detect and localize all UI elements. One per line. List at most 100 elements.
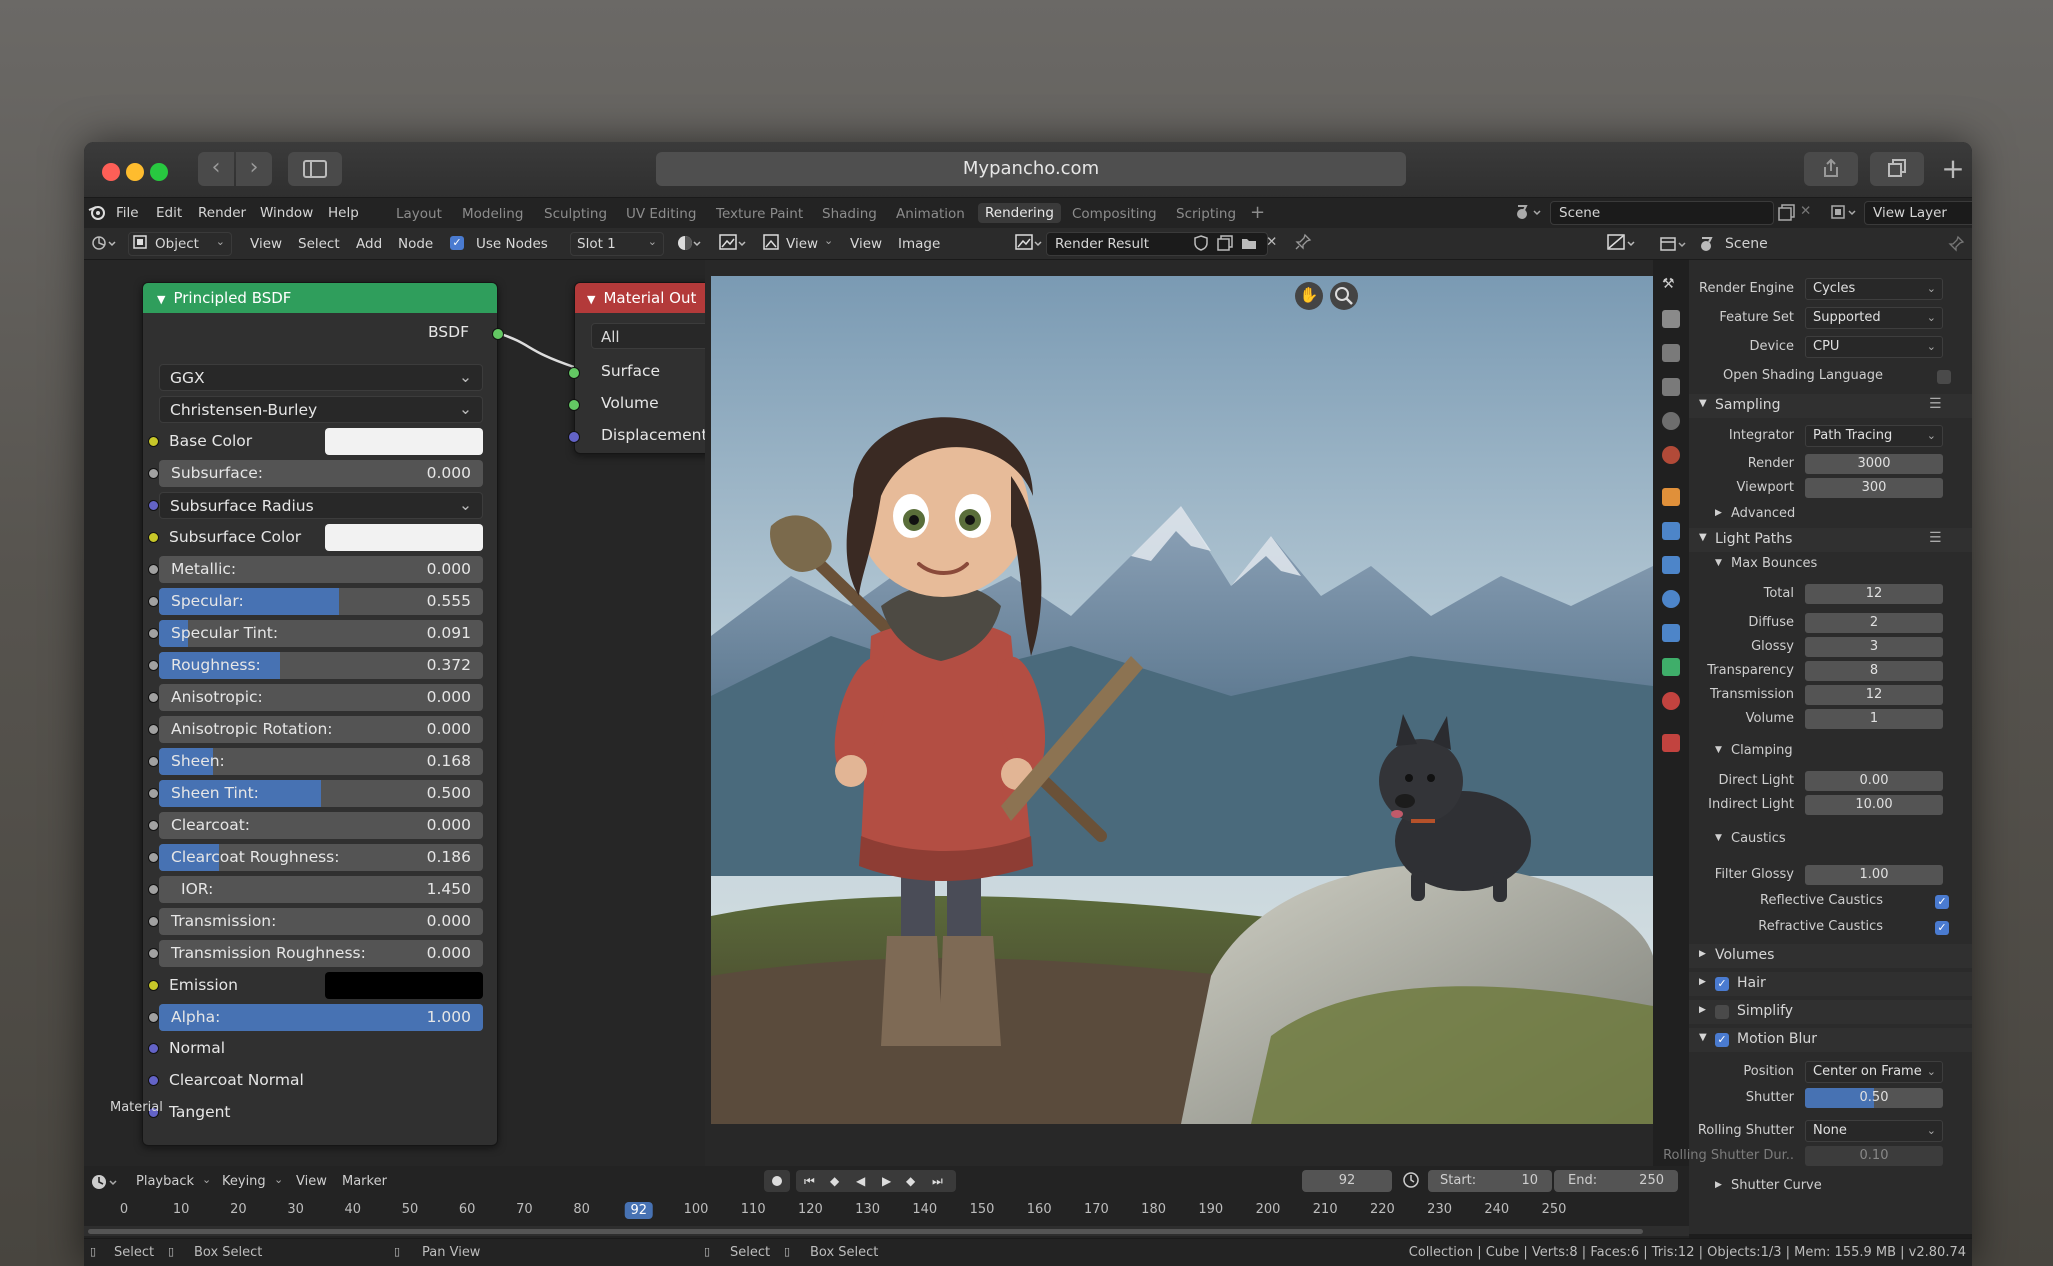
sheen-tint-socket[interactable]	[148, 788, 159, 799]
render-samples-field[interactable]: 3000	[1805, 454, 1943, 474]
playhead-frame-indicator[interactable]: 92	[624, 1202, 654, 1219]
preview-range-clock-icon[interactable]	[1402, 1171, 1420, 1193]
anisotropic-field[interactable]: Anisotropic: 0.000	[159, 684, 483, 711]
roughness-socket[interactable]	[148, 660, 159, 671]
menu-image-view[interactable]: View	[850, 236, 882, 252]
image-browse-icon[interactable]	[1014, 232, 1044, 258]
total-bounces-field[interactable]: 12	[1805, 584, 1943, 604]
subsurface-radius-socket[interactable]	[148, 500, 159, 511]
record-button[interactable]	[764, 1170, 790, 1192]
sheen-tint-field[interactable]: Sheen Tint: 0.500	[159, 780, 483, 807]
volume-bounces-field[interactable]: 1	[1805, 709, 1943, 729]
shutter-curve-subpanel[interactable]: Shutter Curve	[1731, 1178, 1822, 1193]
device-dropdown[interactable]: CPU ⌄	[1805, 336, 1943, 358]
viewport-samples-field[interactable]: 300	[1805, 478, 1943, 498]
rolling-shutter-dropdown[interactable]: None ⌄	[1805, 1120, 1943, 1142]
sidebar-toggle-icon[interactable]	[288, 152, 342, 186]
workspace-tab-scripting[interactable]: Scripting	[1176, 206, 1236, 222]
zoom-icon[interactable]	[1330, 282, 1358, 310]
slot-dropdown[interactable]: Slot 1 ⌄	[570, 232, 664, 256]
workspace-tab-compositing[interactable]: Compositing	[1072, 206, 1157, 222]
transmission-roughness-socket[interactable]	[148, 948, 159, 959]
timeline-view-menu[interactable]: View	[296, 1174, 327, 1189]
material-output-header[interactable]: ▼ Material Out	[575, 283, 713, 313]
new-scene-icon[interactable]	[1778, 203, 1796, 225]
timeline-editor-type-icon[interactable]	[90, 1172, 120, 1196]
glossy-bounces-field[interactable]: 3	[1805, 637, 1943, 657]
position-dropdown[interactable]: Center on Frame ⌄	[1805, 1061, 1943, 1083]
collapse-arrow-icon[interactable]: ▼	[587, 293, 595, 306]
prev-keyframe-icon[interactable]: ◆	[830, 1170, 839, 1192]
unlink-image-icon[interactable]: ✕	[1266, 234, 1277, 250]
direct-light-field[interactable]: 0.00	[1805, 771, 1943, 791]
refractive-caustics-checkbox[interactable]: ✓	[1935, 920, 1949, 935]
minimize-window-icon[interactable]	[126, 163, 144, 181]
display-channels-icon[interactable]	[1606, 232, 1638, 258]
workspace-tab-animation[interactable]: Animation	[896, 206, 965, 222]
menu-window[interactable]: Window	[260, 205, 313, 221]
specular-socket[interactable]	[148, 596, 159, 607]
workspace-tab-shading[interactable]: Shading	[822, 206, 877, 222]
motion-blur-checkbox[interactable]: ✓	[1715, 1032, 1729, 1048]
principled-bsdf-node[interactable]: ▼ Principled BSDF BSDF GGX ⌄ Christensen-B…	[142, 282, 504, 1146]
play-icon[interactable]: ▶	[882, 1170, 891, 1192]
view-layer-field[interactable]: View Layer	[1864, 201, 1972, 225]
reflective-caustics-checkbox[interactable]: ✓	[1935, 894, 1949, 909]
metallic-socket[interactable]	[148, 564, 159, 575]
displacement-input-socket[interactable]	[568, 431, 580, 443]
workspace-tab-layout[interactable]: Layout	[396, 206, 442, 222]
subsurface-color-swatch[interactable]	[325, 524, 483, 551]
clearcoat-field[interactable]: Clearcoat: 0.000	[159, 812, 483, 839]
output-target-dropdown[interactable]: All	[591, 323, 711, 349]
pin-icon[interactable]	[1294, 233, 1312, 255]
open-image-folder-icon[interactable]	[1240, 234, 1258, 256]
menu-add[interactable]: Add	[356, 236, 382, 252]
share-icon[interactable]	[1804, 152, 1858, 186]
specular-tint-socket[interactable]	[148, 628, 159, 639]
menu-select[interactable]: Select	[298, 236, 340, 252]
diffuse-bounces-field[interactable]: 2	[1805, 613, 1943, 633]
menu-help[interactable]: Help	[328, 205, 359, 221]
distribution-dropdown[interactable]: GGX ⌄	[159, 364, 483, 391]
clamping-subpanel[interactable]: Clamping	[1731, 743, 1793, 758]
next-keyframe-icon[interactable]: ◆	[906, 1170, 915, 1192]
shader-node-editor[interactable]: ▼ Principled BSDF BSDF GGX ⌄ Christensen-B…	[84, 260, 714, 1166]
integrator-dropdown[interactable]: Path Tracing ⌄	[1805, 425, 1943, 447]
view-layer-icon[interactable]	[1830, 202, 1858, 226]
current-frame-field[interactable]: 92	[1302, 1170, 1392, 1192]
collapse-arrow-icon[interactable]: ▼	[157, 293, 165, 306]
timeline-scroll-thumb[interactable]	[88, 1229, 1643, 1234]
ior-field[interactable]: IOR: 1.450	[159, 876, 483, 903]
back-icon[interactable]: ‹	[198, 152, 234, 186]
volume-input-socket[interactable]	[568, 399, 580, 411]
subsurface-method-dropdown[interactable]: Christensen-Burley ⌄	[159, 396, 483, 423]
subsurface-color-socket[interactable]	[148, 532, 159, 543]
tabs-overview-icon[interactable]	[1870, 152, 1924, 186]
anisotropic-socket[interactable]	[148, 692, 159, 703]
clearcoat-normal-socket[interactable]	[148, 1075, 159, 1086]
indirect-light-field[interactable]: 10.00	[1805, 795, 1943, 815]
render-engine-dropdown[interactable]: Cycles ⌄	[1805, 278, 1943, 300]
sheen-field[interactable]: Sheen: 0.168	[159, 748, 483, 775]
end-frame-field[interactable]: End: 250	[1554, 1170, 1678, 1192]
osl-checkbox[interactable]	[1937, 369, 1951, 384]
max-bounces-subpanel[interactable]: Max Bounces	[1731, 556, 1817, 571]
sheen-socket[interactable]	[148, 756, 159, 767]
workspace-tab-modeling[interactable]: Modeling	[462, 206, 523, 222]
image-editor-viewport[interactable]: ✋	[705, 260, 1653, 1166]
timeline-scrollbar[interactable]	[84, 1226, 1689, 1236]
playback-menu[interactable]: Playback	[136, 1174, 194, 1189]
properties-editor-type-icon[interactable]	[1659, 234, 1689, 258]
alpha-socket[interactable]	[148, 1012, 159, 1023]
url-bar[interactable]: Mypancho.com	[656, 152, 1406, 186]
simplify-checkbox[interactable]	[1715, 1004, 1729, 1020]
bsdf-output-socket[interactable]	[492, 328, 504, 340]
transmission-bounces-field[interactable]: 12	[1805, 685, 1943, 705]
object-mode-dropdown[interactable]: Object ⌄	[128, 232, 232, 256]
subsurface-field[interactable]: Subsurface: 0.000	[159, 460, 483, 487]
blender-logo-icon[interactable]	[88, 203, 106, 225]
specular-tint-field[interactable]: Specular Tint: 0.091	[159, 620, 483, 647]
jump-start-icon[interactable]: ⏮	[804, 1170, 815, 1192]
metallic-field[interactable]: Metallic: 0.000	[159, 556, 483, 583]
editor-type-icon[interactable]	[90, 233, 118, 257]
